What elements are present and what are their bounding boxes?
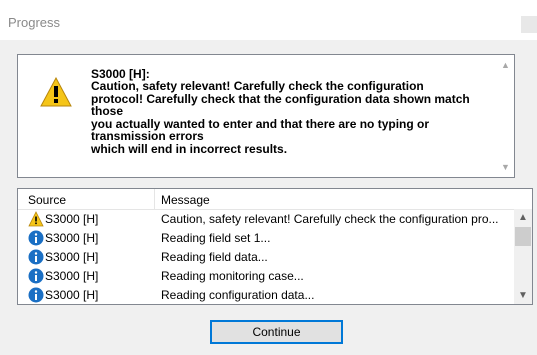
log-row-message: Reading field set 1...	[161, 231, 271, 245]
message-scrollbar[interactable]: ▲ ▼	[497, 55, 514, 177]
log-row-source: S3000 [H]	[45, 288, 99, 302]
log-row-message: Reading configuration data...	[161, 288, 315, 302]
progress-dialog: Progress S3000 [H]: Caution, safety rele…	[0, 0, 537, 355]
log-row[interactable]: S3000 [H] Reading monitoring case...	[18, 266, 514, 285]
scroll-up-icon[interactable]: ▲	[497, 57, 514, 73]
scroll-down-icon[interactable]: ▼	[497, 159, 514, 175]
column-header-source[interactable]: Source	[28, 193, 66, 207]
log-rows: S3000 [H] Caution, safety relevant! Caref…	[18, 209, 514, 304]
warning-icon	[40, 77, 72, 107]
info-icon	[28, 230, 44, 246]
scroll-up-icon[interactable]: ▲	[514, 209, 532, 226]
log-row[interactable]: S3000 [H] Reading field data...	[18, 247, 514, 266]
log-row-message: Caution, safety relevant! Carefully chec…	[161, 212, 499, 226]
info-icon	[28, 249, 44, 265]
log-row-source: S3000 [H]	[45, 212, 99, 226]
scroll-thumb[interactable]	[515, 227, 531, 246]
info-icon	[28, 268, 44, 284]
message-box: S3000 [H]: Caution, safety relevant! Car…	[17, 54, 515, 178]
info-icon	[28, 287, 44, 303]
log-row-source: S3000 [H]	[45, 269, 99, 283]
window-title: Progress	[8, 15, 61, 30]
log-row-message: Reading monitoring case...	[161, 269, 304, 283]
log-list[interactable]: Source Message S3000 [H] Caution, safety …	[17, 188, 533, 305]
log-scrollbar[interactable]: ▲ ▼	[514, 209, 532, 304]
log-row[interactable]: S3000 [H] Reading configuration data...	[18, 285, 514, 304]
column-divider[interactable]	[154, 189, 155, 209]
title-bar-button[interactable]	[521, 16, 537, 33]
log-row-message: Reading field data...	[161, 250, 268, 264]
warning-icon	[28, 211, 44, 227]
log-list-header: Source Message	[18, 189, 514, 210]
log-row[interactable]: S3000 [H] Caution, safety relevant! Caref…	[18, 209, 514, 228]
scroll-down-icon[interactable]: ▼	[514, 287, 532, 304]
log-row-source: S3000 [H]	[45, 250, 99, 264]
column-header-message[interactable]: Message	[161, 193, 210, 207]
continue-button[interactable]: Continue	[210, 320, 343, 344]
log-row-source: S3000 [H]	[45, 231, 99, 245]
log-row[interactable]: S3000 [H] Reading field set 1...	[18, 228, 514, 247]
title-bar: Progress	[0, 0, 537, 40]
message-text: Caution, safety relevant! Carefully chec…	[91, 79, 470, 156]
